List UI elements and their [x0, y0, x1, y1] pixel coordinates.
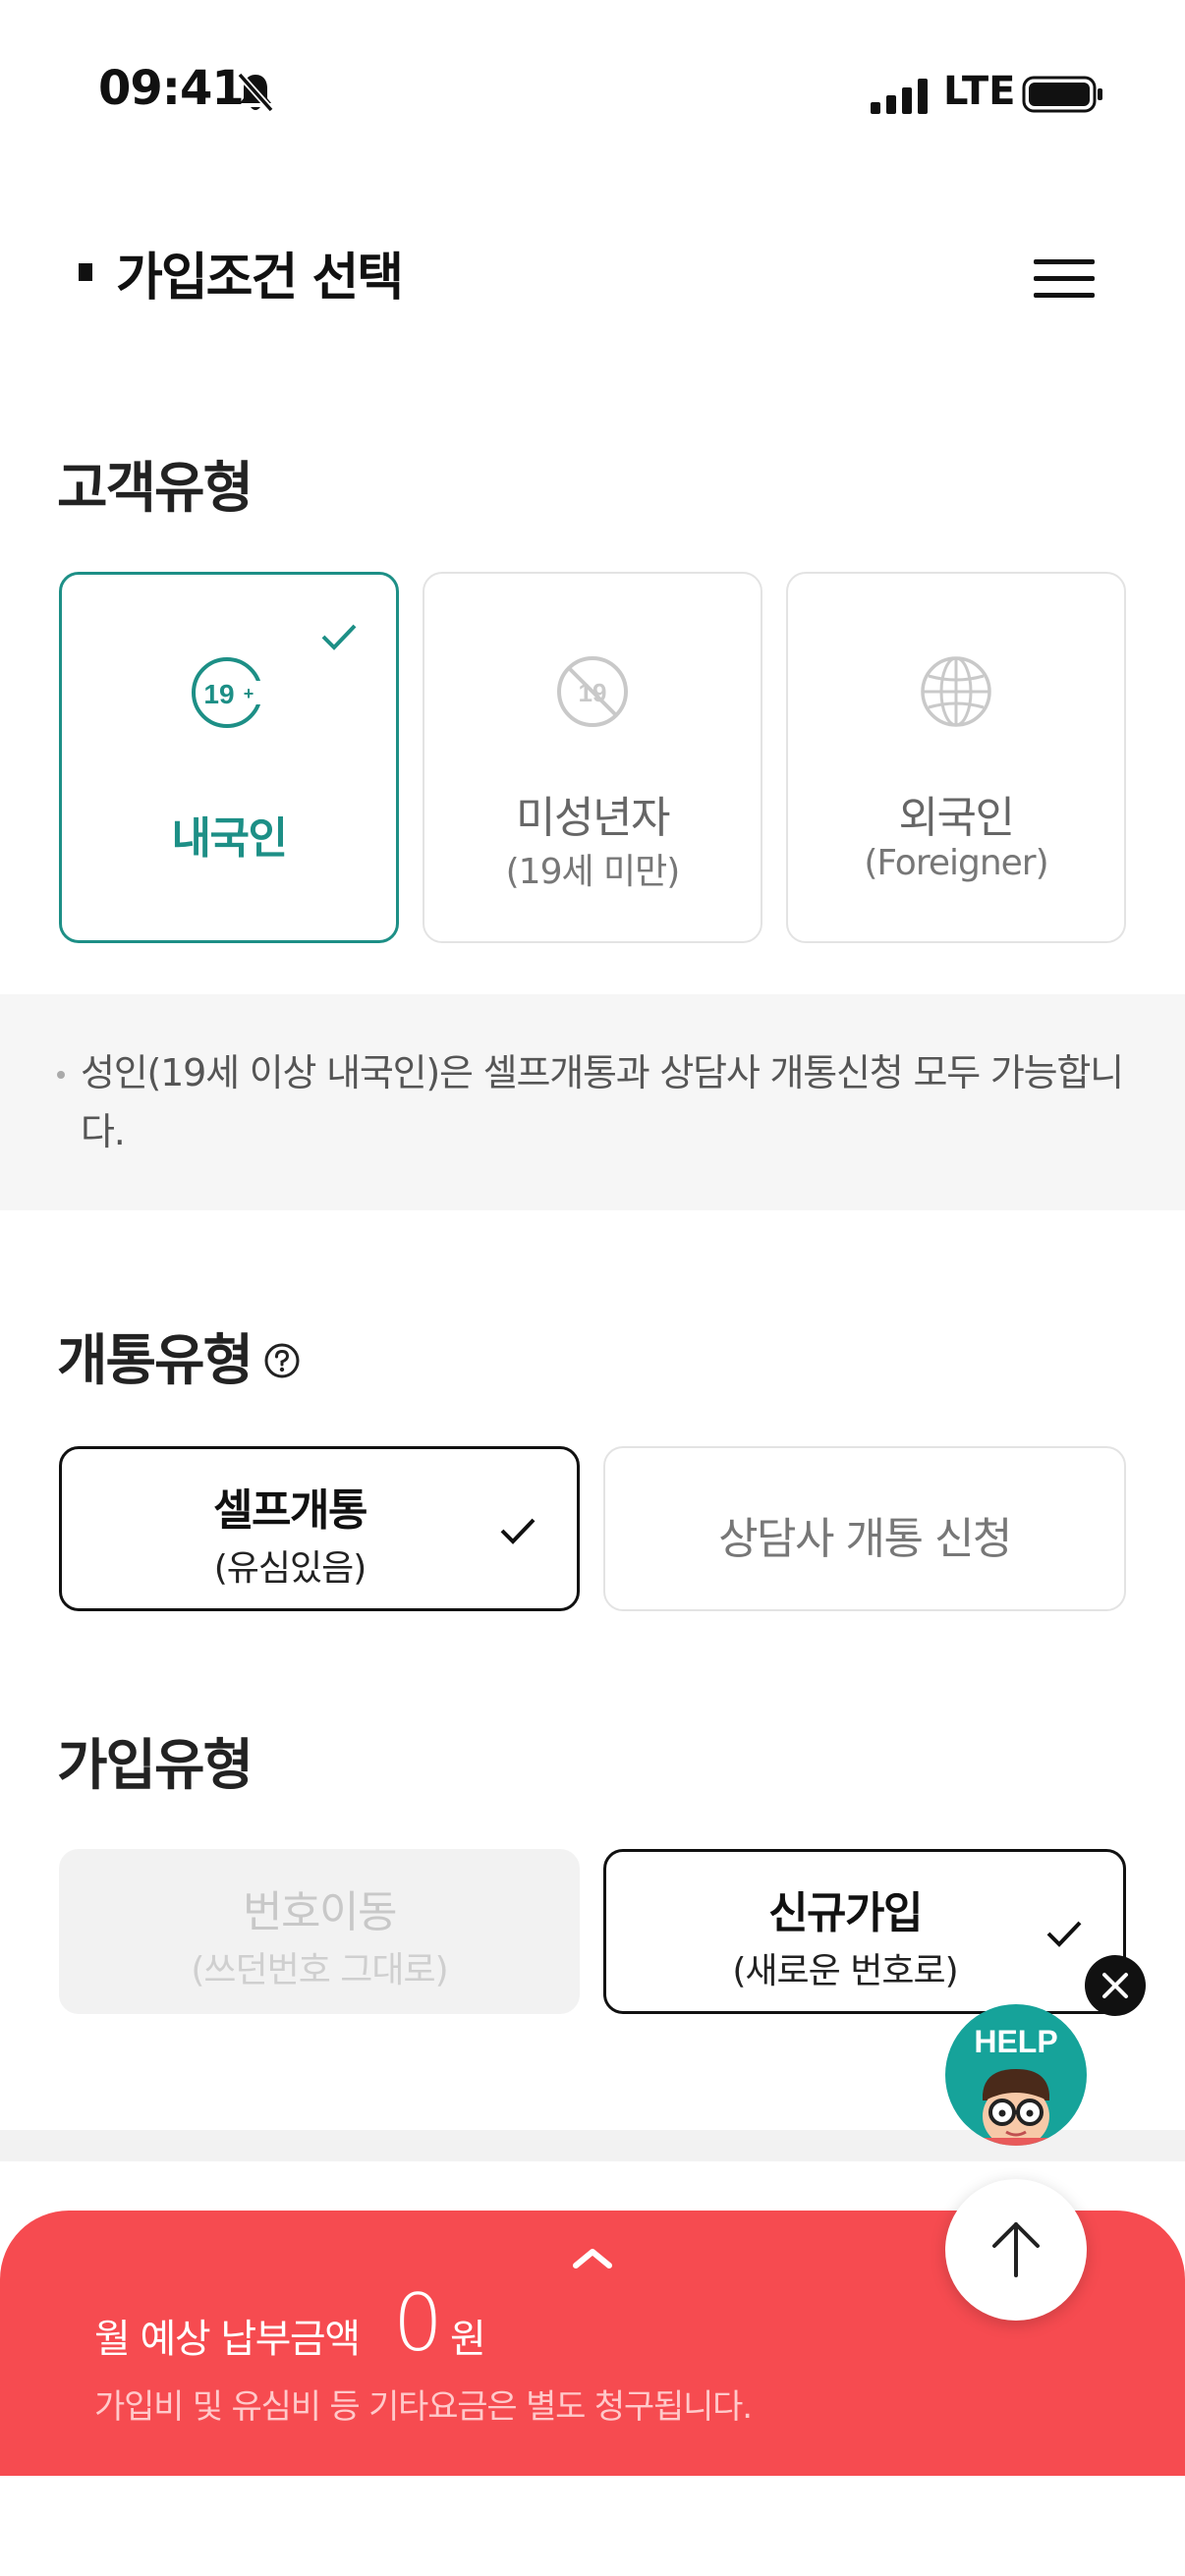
network-type: LTE	[943, 69, 1016, 114]
scroll-top-button[interactable]	[945, 2179, 1087, 2321]
customer-type-domestic[interactable]: 19 + 내국인	[59, 572, 399, 943]
customer-type-heading: 고객유형	[57, 457, 254, 521]
check-icon	[321, 624, 357, 650]
menu-icon-line	[1034, 259, 1095, 264]
activation-type-heading-text: 개통유형	[57, 1329, 254, 1393]
activation-label: 셀프개통	[213, 1485, 367, 1536]
notice-bullet	[57, 1071, 65, 1079]
status-time: 09:41	[98, 61, 245, 116]
activation-type-heading: 개통유형	[57, 1316, 301, 1396]
activation-sub: (유심있음)	[213, 1548, 367, 1589]
join-type-heading: 가입유형	[57, 1734, 254, 1798]
help-character-icon	[983, 2069, 1049, 2146]
svg-text:+: +	[244, 684, 254, 703]
monthly-fee-amount: 0	[393, 2277, 443, 2369]
adult-19plus-icon: 19 +	[192, 657, 268, 728]
battery-icon	[1022, 76, 1102, 113]
globe-icon	[921, 656, 991, 727]
customer-type-sub: (19세 미만)	[505, 852, 681, 892]
no-19-icon: 19	[557, 656, 628, 727]
activation-self[interactable]: 셀프개통 (유심있음)	[59, 1446, 580, 1611]
join-number-port: 번호이동 (쓰던번호 그대로)	[59, 1849, 580, 2014]
help-chatbot-button[interactable]: HELP	[945, 2004, 1087, 2146]
customer-type-minor[interactable]: 19 미성년자 (19세 미만)	[423, 572, 762, 943]
monthly-fee-unit: 원	[450, 2317, 486, 2362]
join-label: 번호이동	[243, 1887, 397, 1937]
check-icon	[500, 1518, 536, 1544]
join-new[interactable]: 신규가입 (새로운 번호로)	[603, 1849, 1126, 2014]
menu-icon-line	[1034, 276, 1095, 281]
bell-muted-icon	[237, 72, 274, 113]
adult-icon-text: 19	[203, 679, 234, 709]
fee-note: 가입비 및 유심비 등 기타요금은 별도 청구됩니다.	[94, 2387, 753, 2427]
menu-button[interactable]	[1034, 259, 1095, 299]
help-label: HELP	[974, 2024, 1058, 2059]
close-icon	[1102, 1973, 1128, 1998]
activation-counselor[interactable]: 상담사 개통 신청	[603, 1446, 1126, 1611]
customer-type-label: 미성년자	[516, 793, 670, 843]
page-title: 가입조건 선택	[116, 249, 404, 308]
menu-icon-line	[1034, 293, 1095, 298]
join-label: 신규가입	[768, 1888, 923, 1938]
customer-type-foreigner[interactable]: 외국인 (Foreigner)	[786, 572, 1126, 943]
customer-type-label: 내국인	[171, 813, 288, 864]
notice-text: 성인(19세 이상 내국인)은 셀프개통과 상담사 개통신청 모두 가능합니다.	[81, 1051, 1124, 1153]
question-help-icon[interactable]	[263, 1342, 301, 1379]
join-sub: (새로운 번호로)	[732, 1951, 958, 1991]
customer-type-sub: (Foreigner)	[864, 843, 1048, 883]
chevron-up-icon[interactable]	[568, 2242, 617, 2271]
help-close-button[interactable]	[1085, 1955, 1146, 2016]
title-marker	[79, 263, 92, 281]
join-sub: (쓰던번호 그대로)	[191, 1950, 448, 1990]
check-icon	[1046, 1921, 1082, 1947]
monthly-fee-label: 월 예상 납부금액	[94, 2317, 361, 2362]
signal-icon	[871, 79, 928, 114]
activation-label: 상담사 개통 신청	[718, 1514, 1012, 1564]
arrow-up-icon	[992, 2222, 1040, 2277]
customer-type-label: 외국인	[898, 793, 1015, 843]
